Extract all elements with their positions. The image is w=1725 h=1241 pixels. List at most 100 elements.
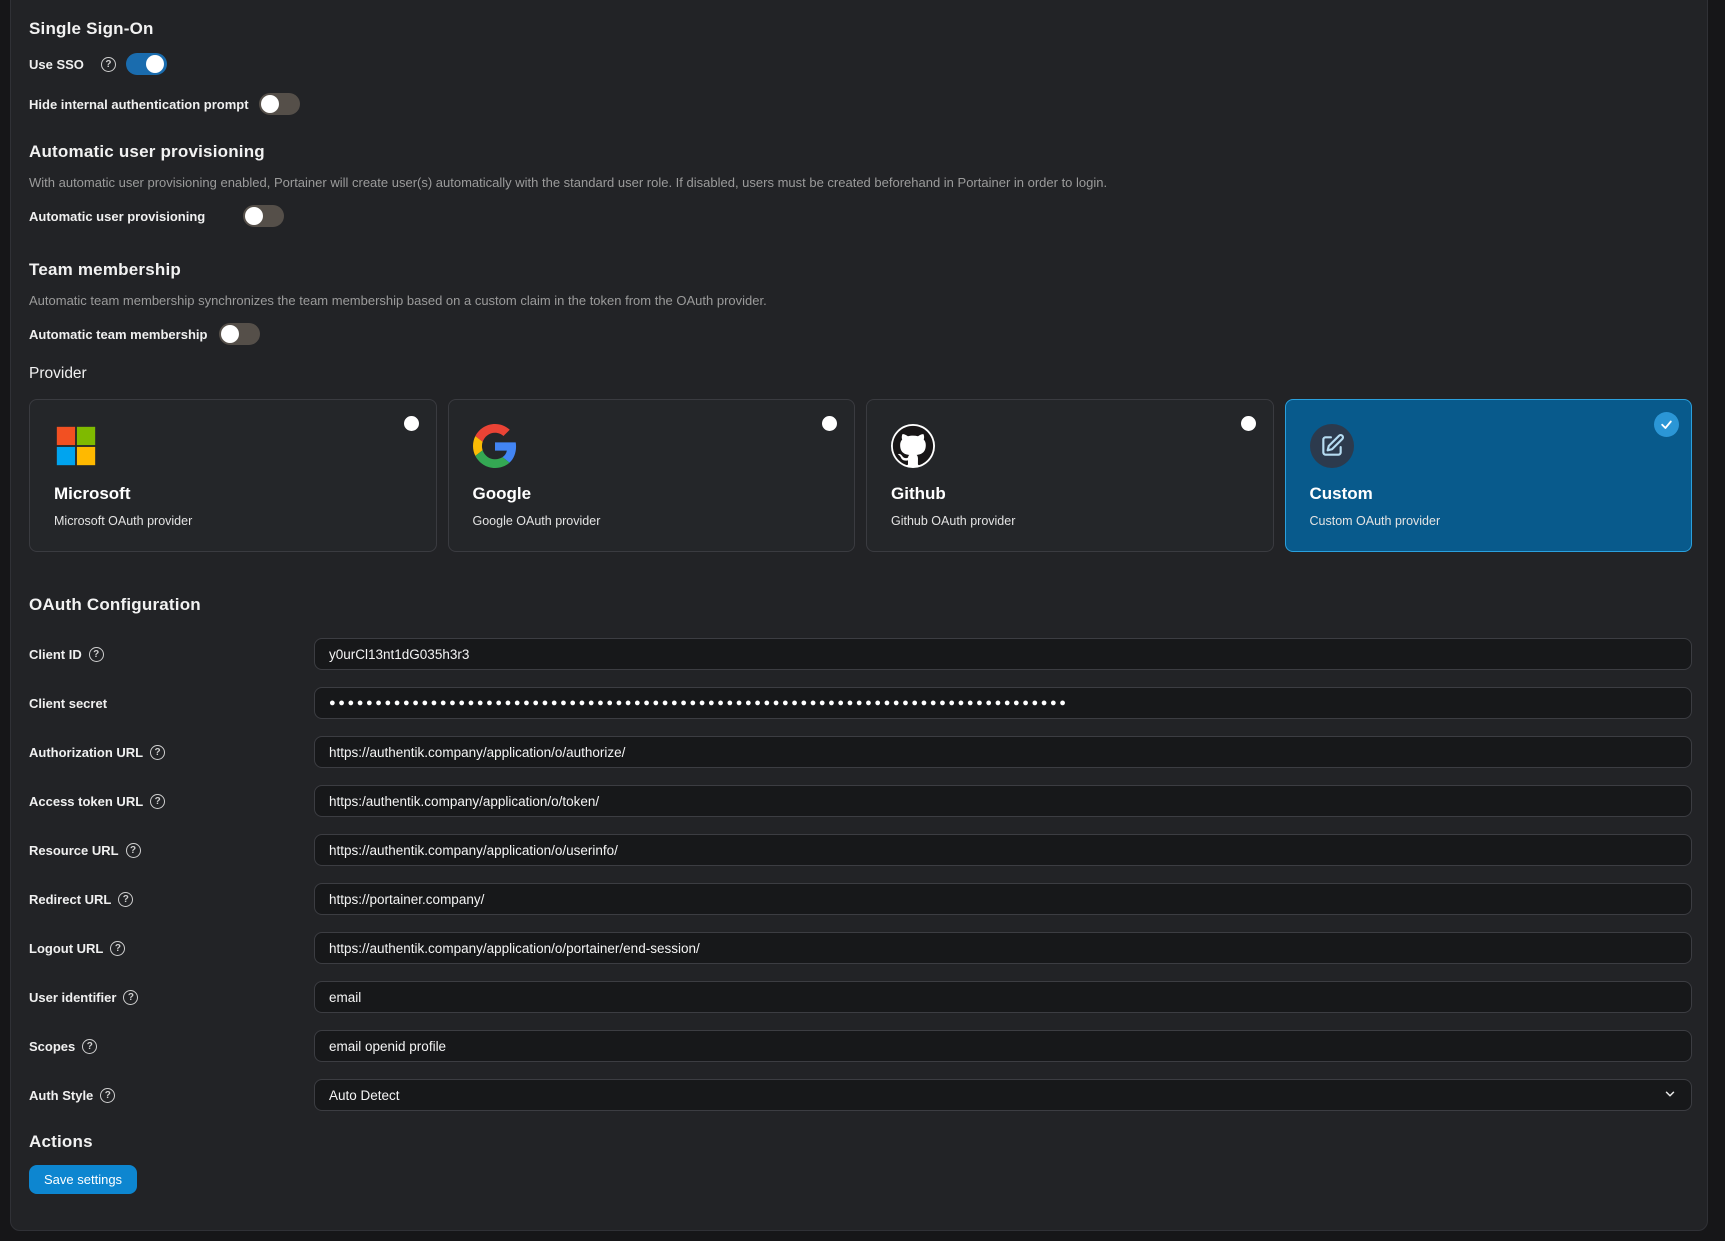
user-identifier-row: User identifier? [29, 981, 1692, 1013]
provider-card-subtitle: Github OAuth provider [891, 514, 1249, 528]
resource-url-input[interactable] [314, 834, 1692, 866]
toggle-knob [261, 95, 279, 113]
help-icon[interactable]: ? [110, 941, 125, 956]
authorization-url-label: Authorization URL [29, 745, 143, 760]
chevron-down-icon [1663, 1087, 1677, 1104]
help-icon[interactable]: ? [150, 794, 165, 809]
scopes-label: Scopes [29, 1039, 75, 1054]
authorization-url-label-col: Authorization URL? [29, 745, 314, 760]
logout-url-input[interactable] [314, 932, 1692, 964]
toggle-knob [245, 207, 263, 225]
help-icon[interactable]: ? [101, 57, 116, 72]
redirect-url-input[interactable] [314, 883, 1692, 915]
hide-prompt-row: Hide internal authentication prompt [29, 93, 1692, 115]
google-logo-icon [473, 424, 517, 468]
use-sso-toggle[interactable] [126, 53, 167, 75]
client-id-row: Client ID? [29, 638, 1692, 670]
oauth-config-form: Client ID? Client secret Authorization URL… [29, 638, 1692, 1111]
client-secret-label: Client secret [29, 696, 107, 711]
provider-card-google[interactable]: Google Google OAuth provider [448, 399, 856, 552]
auth-style-selected-value: Auto Detect [329, 1088, 400, 1103]
help-icon[interactable]: ? [100, 1088, 115, 1103]
oauth-settings-panel: Single Sign-On Use SSO ? Hide internal a… [10, 0, 1708, 1231]
user-identifier-label: User identifier [29, 990, 116, 1005]
radio-unchecked-icon[interactable] [822, 416, 837, 431]
provider-card-title: Google [473, 484, 831, 504]
auth-style-select[interactable]: Auto Detect [314, 1079, 1692, 1111]
access-token-url-row: Access token URL? [29, 785, 1692, 817]
team-row: Automatic team membership [29, 323, 1692, 345]
edit-icon [1310, 424, 1354, 468]
provisioning-toggle-label: Automatic user provisioning [29, 209, 205, 224]
redirect-url-label-col: Redirect URL? [29, 892, 314, 907]
help-icon[interactable]: ? [118, 892, 133, 907]
use-sso-label: Use SSO [29, 57, 84, 72]
team-toggle-label: Automatic team membership [29, 327, 207, 342]
check-icon [1654, 412, 1679, 437]
resource-url-label-col: Resource URL? [29, 843, 314, 858]
help-icon[interactable]: ? [123, 990, 138, 1005]
provider-cards: Microsoft Microsoft OAuth provider Googl… [29, 399, 1692, 552]
resource-url-row: Resource URL? [29, 834, 1692, 866]
team-description: Automatic team membership synchronizes t… [29, 293, 1692, 308]
provider-card-subtitle: Google OAuth provider [473, 514, 831, 528]
client-secret-input[interactable] [314, 687, 1692, 719]
provisioning-description: With automatic user provisioning enabled… [29, 175, 1692, 190]
access-token-url-label: Access token URL [29, 794, 143, 809]
authorization-url-row: Authorization URL? [29, 736, 1692, 768]
provider-card-microsoft[interactable]: Microsoft Microsoft OAuth provider [29, 399, 437, 552]
client-id-label: Client ID [29, 647, 82, 662]
use-sso-row: Use SSO ? [29, 53, 1692, 75]
auth-style-row: Auth Style? Auto Detect [29, 1079, 1692, 1111]
actions-heading: Actions [29, 1132, 1692, 1152]
help-icon[interactable]: ? [89, 647, 104, 662]
provider-card-subtitle: Microsoft OAuth provider [54, 514, 412, 528]
user-identifier-input[interactable] [314, 981, 1692, 1013]
auth-style-label: Auth Style [29, 1088, 93, 1103]
redirect-url-label: Redirect URL [29, 892, 111, 907]
logout-url-row: Logout URL? [29, 932, 1692, 964]
auth-style-label-col: Auth Style? [29, 1088, 314, 1103]
microsoft-logo-icon [54, 424, 98, 468]
provider-card-title: Microsoft [54, 484, 412, 504]
provider-card-github[interactable]: Github Github OAuth provider [866, 399, 1274, 552]
access-token-url-label-col: Access token URL? [29, 794, 314, 809]
scopes-label-col: Scopes? [29, 1039, 314, 1054]
github-logo-icon [891, 424, 935, 468]
provider-card-subtitle: Custom OAuth provider [1310, 514, 1668, 528]
hide-internal-auth-toggle[interactable] [259, 93, 300, 115]
radio-unchecked-icon[interactable] [404, 416, 419, 431]
oauth-config-heading: OAuth Configuration [29, 595, 1692, 615]
provider-card-title: Custom [1310, 484, 1668, 504]
auto-provisioning-toggle[interactable] [243, 205, 284, 227]
client-secret-label-col: Client secret [29, 696, 314, 711]
scopes-row: Scopes? [29, 1030, 1692, 1062]
authorization-url-input[interactable] [314, 736, 1692, 768]
access-token-url-input[interactable] [314, 785, 1692, 817]
redirect-url-row: Redirect URL? [29, 883, 1692, 915]
help-icon[interactable]: ? [150, 745, 165, 760]
client-secret-row: Client secret [29, 687, 1692, 719]
provider-card-custom[interactable]: Custom Custom OAuth provider [1285, 399, 1693, 552]
user-identifier-label-col: User identifier? [29, 990, 314, 1005]
toggle-knob [146, 55, 164, 73]
logout-url-label: Logout URL [29, 941, 103, 956]
help-icon[interactable]: ? [82, 1039, 97, 1054]
radio-unchecked-icon[interactable] [1241, 416, 1256, 431]
hide-prompt-label: Hide internal authentication prompt [29, 97, 249, 112]
team-membership-toggle[interactable] [219, 323, 260, 345]
sso-heading: Single Sign-On [29, 19, 1692, 39]
client-id-label-col: Client ID? [29, 647, 314, 662]
provisioning-row: Automatic user provisioning [29, 205, 1692, 227]
provider-card-title: Github [891, 484, 1249, 504]
logout-url-label-col: Logout URL? [29, 941, 314, 956]
provider-heading: Provider [29, 365, 1692, 383]
client-id-input[interactable] [314, 638, 1692, 670]
provisioning-heading: Automatic user provisioning [29, 142, 1692, 162]
help-icon[interactable]: ? [126, 843, 141, 858]
team-heading: Team membership [29, 260, 1692, 280]
resource-url-label: Resource URL [29, 843, 119, 858]
save-settings-button[interactable]: Save settings [29, 1165, 137, 1194]
scopes-input[interactable] [314, 1030, 1692, 1062]
toggle-knob [221, 325, 239, 343]
